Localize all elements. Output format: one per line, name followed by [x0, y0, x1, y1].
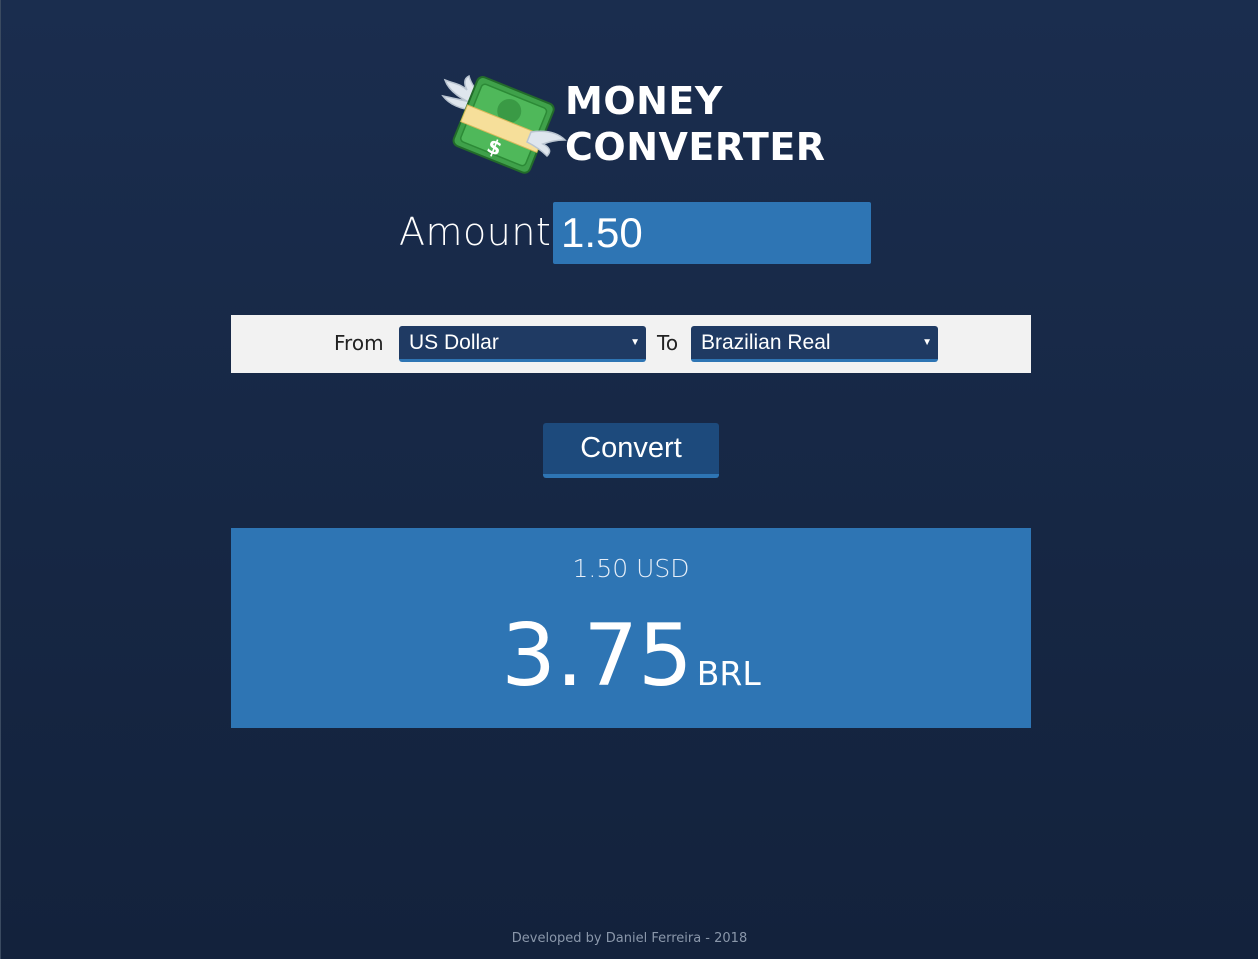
app-title-line2: CONVERTER: [565, 125, 826, 169]
app-title: MONEY CONVERTER: [565, 78, 826, 170]
dropdown-arrow-icon: ▼: [630, 337, 640, 348]
currency-selector-bar: From US Dollar ▼ To Brazilian Real ▼: [231, 315, 1031, 373]
from-currency-select[interactable]: US Dollar ▼: [399, 326, 646, 362]
amount-label: Amount: [399, 210, 552, 254]
flying-money-icon: $: [441, 74, 567, 174]
footer-credit: Developed by Daniel Ferreira - 2018: [511, 931, 748, 946]
result-converted: 3.75 BRL: [231, 606, 1031, 706]
app-logo: $ MONEY CONVERTER: [441, 70, 831, 180]
to-currency-value: Brazilian Real: [701, 331, 831, 354]
to-label: To: [657, 331, 679, 355]
from-label: From: [334, 331, 384, 355]
app-title-line1: MONEY: [565, 79, 723, 123]
result-source-amount: 1.50 USD: [572, 554, 690, 583]
amount-row: Amount: [399, 202, 879, 264]
dropdown-arrow-icon: ▼: [922, 337, 932, 348]
result-currency-code: BRL: [696, 654, 761, 693]
to-currency-select[interactable]: Brazilian Real ▼: [691, 326, 938, 362]
result-panel: 1.50 USD 3.75 BRL: [231, 528, 1031, 728]
from-currency-value: US Dollar: [409, 331, 499, 354]
convert-button[interactable]: Convert: [543, 423, 719, 478]
amount-input[interactable]: [553, 202, 871, 264]
result-value: 3.75: [501, 606, 693, 706]
